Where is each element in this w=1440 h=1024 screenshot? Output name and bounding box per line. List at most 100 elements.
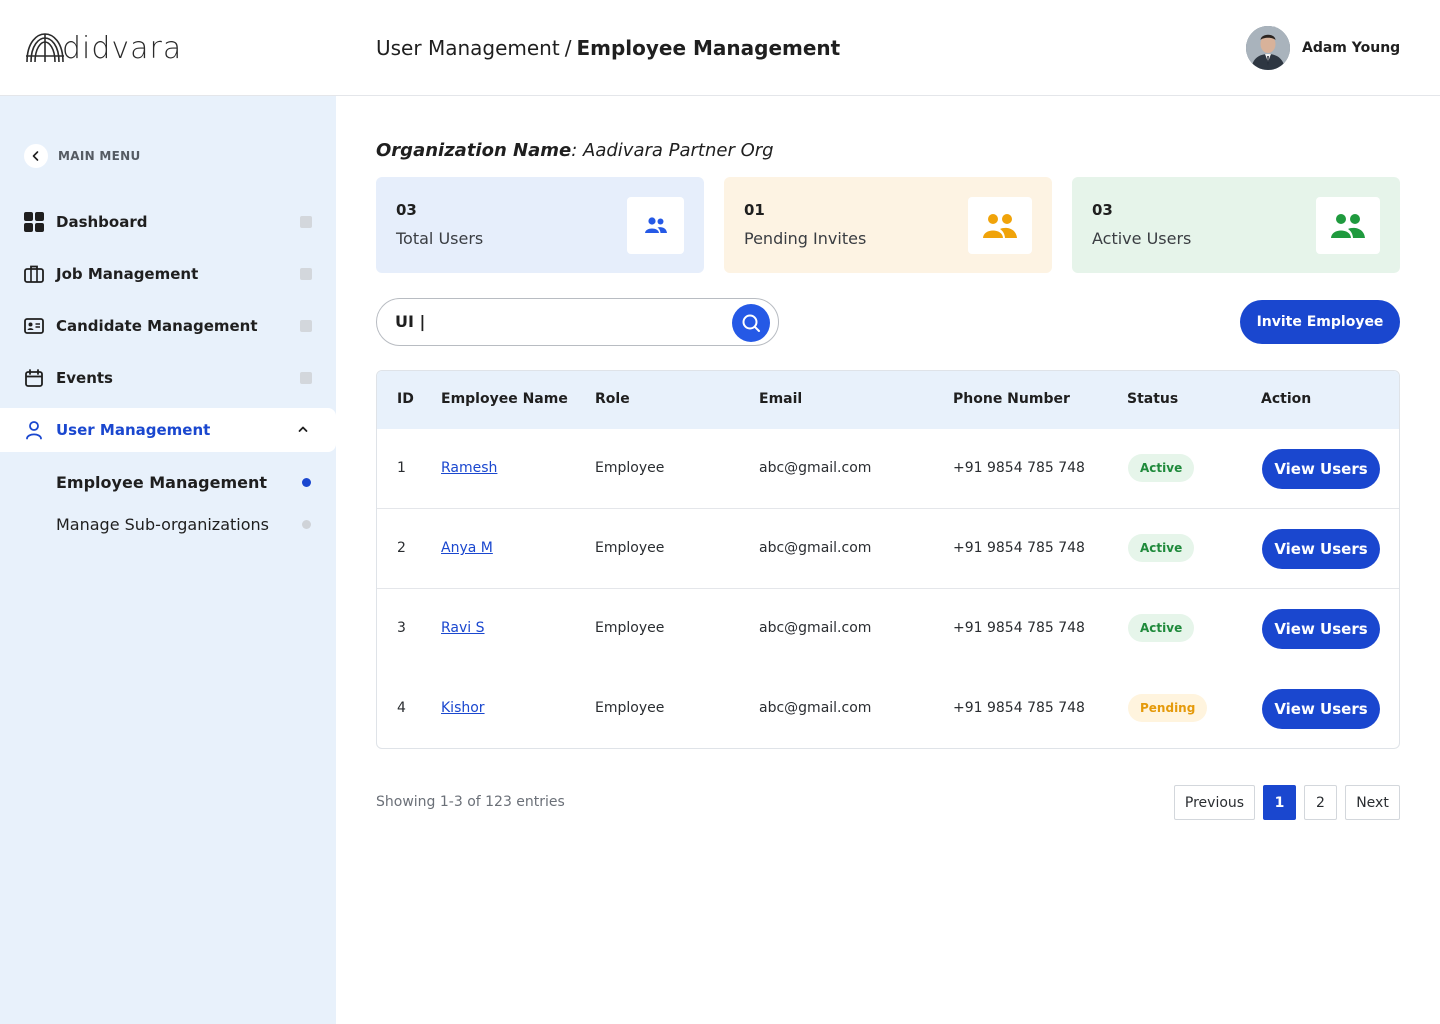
status-badge: Active [1128,534,1195,562]
stat-card-pending-invites: 01 Pending Invites [724,177,1052,273]
cell-phone: +91 9854 785 748 [953,460,1085,476]
sidebar-subitem-manage-sub-organizations[interactable]: Manage Sub-organizations [56,512,316,536]
app-logo[interactable]: didvara [24,28,182,68]
table-row: 1 Ramesh Employee abc@gmail.com +91 9854… [377,429,1399,509]
table-row: 3 Ravi S Employee abc@gmail.com +91 9854… [377,589,1399,669]
briefcase-icon [24,264,44,284]
organization-name-key: Organization Name [376,140,572,161]
column-header-action: Action [1261,391,1312,407]
chevron-left-icon [32,151,39,161]
id-card-icon [24,316,44,336]
column-header-role: Role [595,391,630,407]
organization-name: Organization Name: Aadivara Partner Org [376,140,774,161]
column-header-email: Email [759,391,803,407]
stat-card-active-users: 03 Active Users [1072,177,1400,273]
search-button[interactable] [732,304,770,342]
column-header-id: ID [397,391,414,407]
user-profile[interactable]: Adam Young [1246,26,1400,70]
user-name: Adam Young [1302,40,1401,56]
cell-role: Employee [595,460,665,476]
cell-id: 4 [397,700,406,716]
cell-role: Employee [595,700,665,716]
stat-value: 03 [396,201,417,219]
sidebar-item-job-management[interactable]: Job Management [0,252,336,296]
column-header-status: Status [1127,391,1179,407]
employee-name-link[interactable]: Kishor [441,700,485,716]
main-menu-header: MAIN MENU [24,144,141,168]
cell-phone: +91 9854 785 748 [953,620,1085,636]
cell-phone: +91 9854 785 748 [953,540,1085,556]
stat-label: Active Users [1092,229,1192,248]
sidebar-item-label: Dashboard [56,213,148,231]
page-button-2[interactable]: 2 [1304,785,1337,820]
employee-name-link[interactable]: Ravi S [441,620,485,636]
invite-employee-button[interactable]: Invite Employee [1240,300,1400,344]
chevron-up-icon[interactable] [296,422,310,436]
previous-page-button[interactable]: Previous [1174,785,1255,820]
user-icon [24,420,44,440]
search-input-value[interactable]: UI | [395,312,425,331]
view-users-button[interactable]: View Users [1262,529,1380,569]
cell-email: abc@gmail.com [759,700,872,716]
organization-name-value: Aadivara Partner Org [583,140,774,161]
column-header-employee-name: Employee Name [441,391,568,407]
cell-role: Employee [595,620,665,636]
sidebar-item-user-management[interactable]: User Management [0,408,336,452]
employee-table: ID Employee Name Role Email Phone Number… [376,370,1400,749]
breadcrumb-current: Employee Management [576,36,841,60]
table-row: 2 Anya M Employee abc@gmail.com +91 9854… [377,509,1399,589]
sidebar-item-label: Candidate Management [56,317,258,335]
sidebar-subitem-employee-management[interactable]: Employee Management [56,470,316,494]
cell-role: Employee [595,540,665,556]
users-icon [627,197,684,254]
search-input[interactable]: UI | [376,298,779,346]
employee-name-link[interactable]: Anya M [441,540,493,556]
table-row: 4 Kishor Employee abc@gmail.com +91 9854… [377,669,1399,748]
stat-label: Total Users [396,229,484,248]
organization-name-colon: : [571,140,578,161]
sidebar-item-label: Job Management [56,265,199,283]
employee-name-link[interactable]: Ramesh [441,460,497,476]
status-badge: Active [1128,454,1195,482]
search-icon [742,314,760,332]
sidebar-subitem-label: Manage Sub-organizations [56,514,269,534]
users-icon [968,197,1032,254]
stat-value: 03 [1092,201,1113,219]
breadcrumb: User Management / Employee Management [376,36,840,60]
cell-phone: +91 9854 785 748 [953,700,1085,716]
sidebar-subitem-label: Employee Management [56,472,268,492]
main-menu-label: MAIN MENU [58,149,141,163]
sidebar: MAIN MENU Dashboard Job Management Candi… [0,96,336,1024]
collapse-menu-button[interactable] [24,144,48,168]
arch-logo-icon [26,33,64,63]
breadcrumb-parent[interactable]: User Management [376,36,560,60]
sidebar-item-events[interactable]: Events [0,356,336,400]
unselected-dot-icon [302,520,311,529]
cell-email: abc@gmail.com [759,620,872,636]
top-header: didvara User Management / Employee Managem… [0,0,1440,96]
view-users-button[interactable]: View Users [1262,689,1380,729]
grid-icon [24,212,44,232]
cell-id: 3 [397,620,406,636]
view-users-button[interactable]: View Users [1262,449,1380,489]
sidebar-item-candidate-management[interactable]: Candidate Management [0,304,336,348]
logo-text: didvara [62,30,183,66]
users-icon [1316,197,1380,254]
status-badge: Active [1128,614,1195,642]
cell-email: abc@gmail.com [759,540,872,556]
stat-value: 01 [744,201,765,219]
cell-id: 2 [397,540,406,556]
user-avatar[interactable] [1246,26,1290,70]
sidebar-item-indicator [300,268,312,280]
sidebar-item-label: Events [56,369,113,387]
selected-dot-icon [302,478,311,487]
sidebar-item-dashboard[interactable]: Dashboard [0,200,336,244]
column-header-phone-number: Phone Number [953,391,1070,407]
sidebar-item-indicator [300,320,312,332]
view-users-button[interactable]: View Users [1262,609,1380,649]
page-button-1[interactable]: 1 [1263,785,1296,820]
sidebar-item-indicator [300,216,312,228]
status-badge: Pending [1128,694,1208,722]
sidebar-item-indicator [300,372,312,384]
next-page-button[interactable]: Next [1345,785,1400,820]
